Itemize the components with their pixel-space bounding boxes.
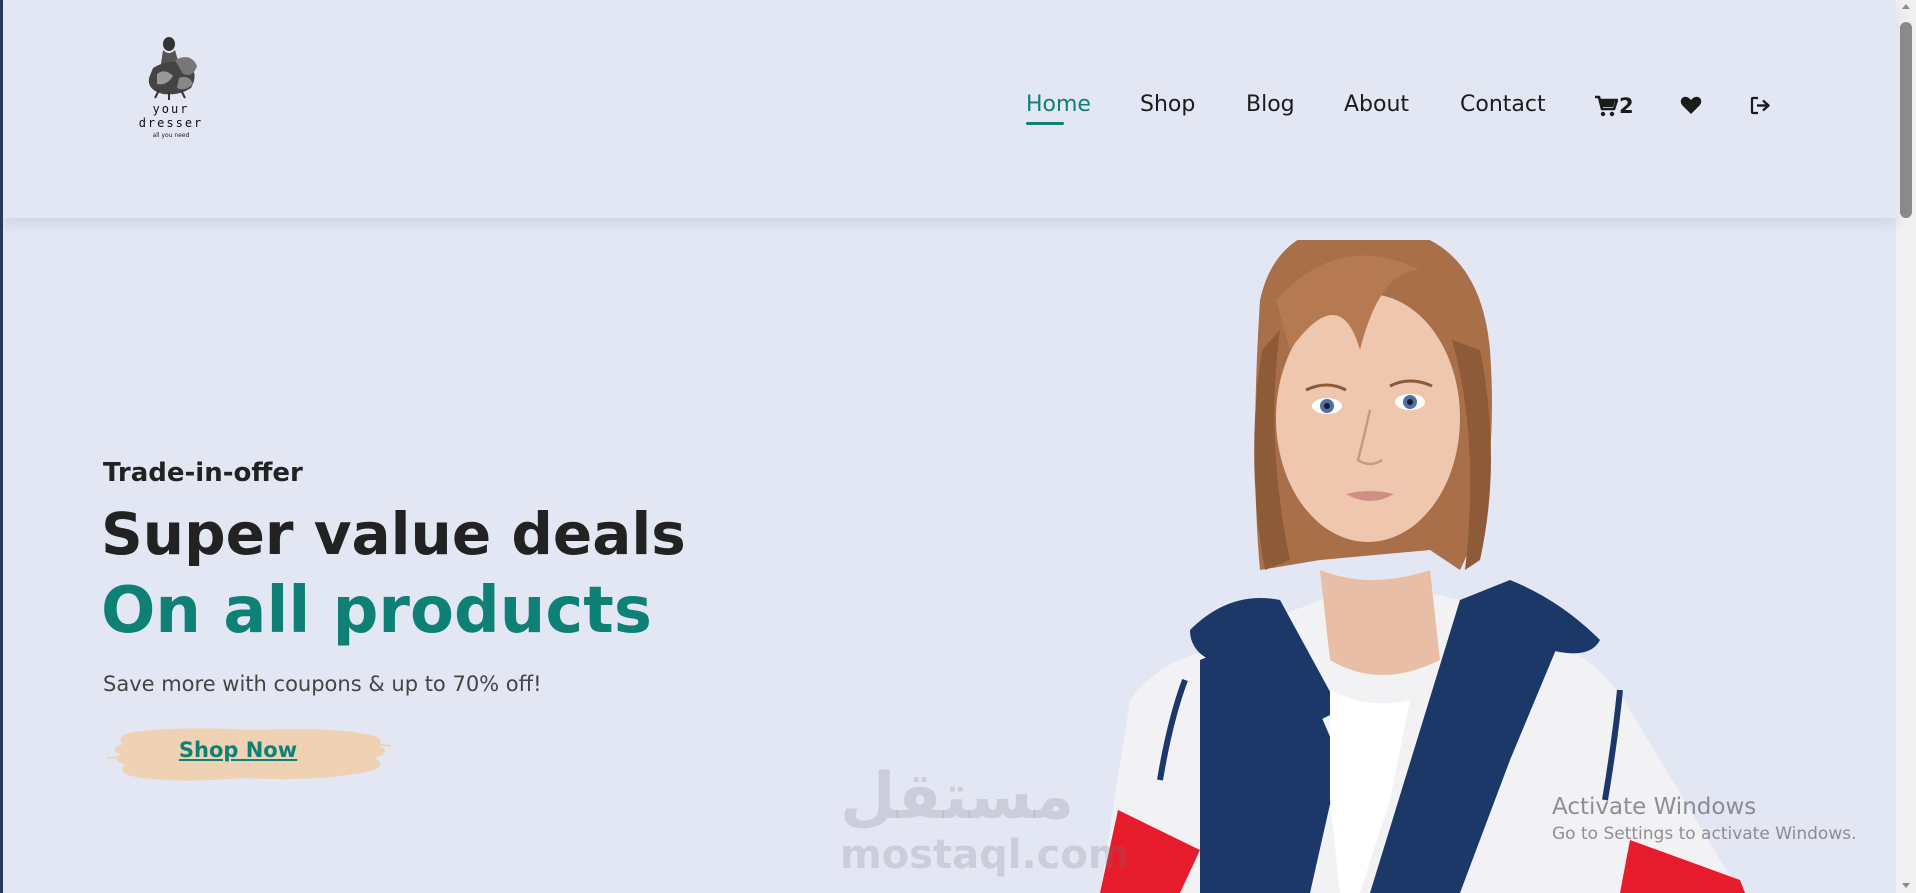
watermark-mostaql: mostaql.com [840, 832, 1130, 878]
nav-blog[interactable]: Blog [1246, 92, 1295, 117]
hero-description: Save more with coupons & up to 70% off! [103, 672, 542, 696]
cart-icon [1595, 95, 1618, 117]
scrollbar-thumb[interactable] [1900, 22, 1912, 218]
site-header: your dresser all you need Home Shop Blog… [3, 0, 1896, 218]
nav-contact[interactable]: Contact [1460, 92, 1546, 117]
sign-out-icon [1750, 96, 1770, 115]
hero-kicker: Trade-in-offer [103, 458, 303, 488]
logo-tagline: all you need [152, 132, 190, 139]
cart-count-badge: 2 [1619, 94, 1634, 118]
scroll-up-arrow-icon[interactable] [1902, 4, 1910, 9]
hero-title: Super value deals [101, 500, 686, 568]
activation-title: Activate Windows [1552, 794, 1757, 820]
wishlist-button[interactable] [1680, 96, 1702, 115]
logout-button[interactable] [1750, 96, 1772, 115]
shop-now-button[interactable]: Shop Now [103, 724, 393, 786]
vertical-scrollbar[interactable] [1896, 0, 1916, 893]
logo-illustration-icon [148, 37, 197, 100]
shop-now-label: Shop Now [178, 738, 298, 762]
scroll-down-arrow-icon[interactable] [1902, 883, 1910, 888]
cart-button[interactable]: 2 [1594, 94, 1634, 118]
nav-shop[interactable]: Shop [1140, 92, 1195, 117]
heart-icon [1680, 96, 1702, 114]
nav-home[interactable]: Home [1026, 92, 1091, 125]
windows-activation-notice: Activate Windows Go to Settings to activ… [1552, 794, 1857, 844]
site-logo[interactable]: your dresser all you need [121, 34, 221, 139]
watermark-arabic: مستقل [840, 760, 1075, 834]
nav-about[interactable]: About [1344, 92, 1409, 117]
hero-title-highlight: On all products [101, 574, 652, 648]
logo-name: your dresser [138, 102, 204, 130]
activation-subtitle: Go to Settings to activate Windows. [1552, 824, 1857, 844]
